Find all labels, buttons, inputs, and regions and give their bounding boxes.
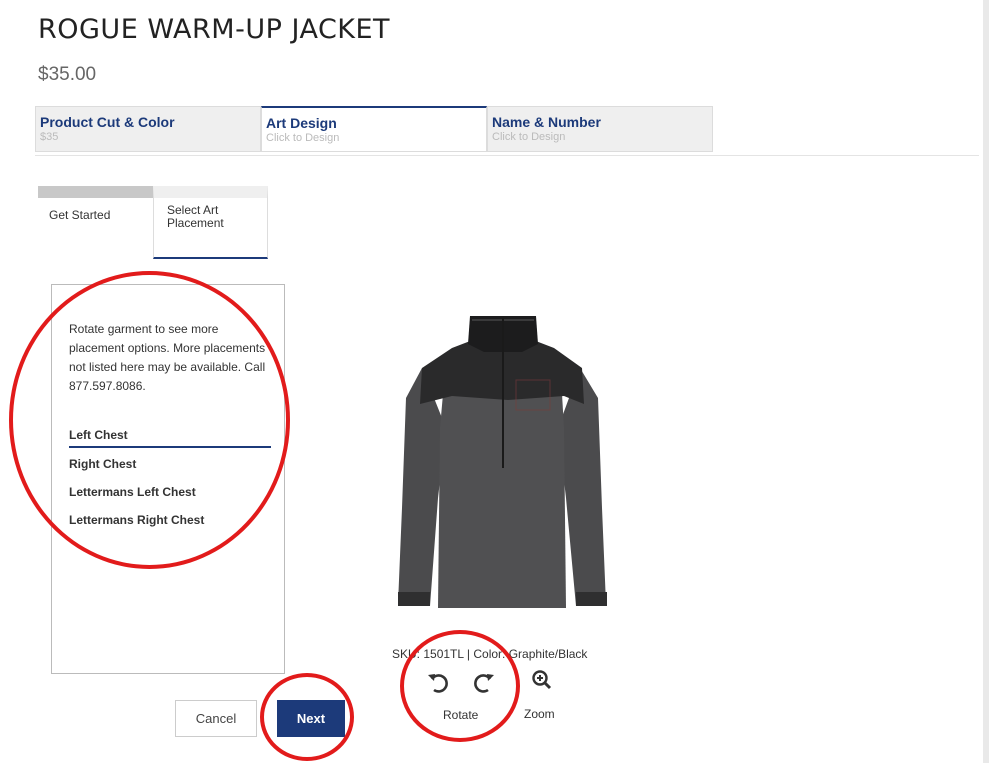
header-divider — [35, 155, 979, 156]
rotate-left-icon[interactable] — [426, 670, 452, 701]
step-name-number[interactable]: Name & Number Click to Design — [487, 106, 713, 152]
tab-select-art-placement[interactable]: Select Art Placement — [153, 186, 268, 259]
rotate-right-icon[interactable] — [470, 670, 496, 701]
placement-panel: Rotate garment to see more placement opt… — [51, 284, 285, 674]
tab-get-started[interactable]: Get Started — [38, 186, 153, 259]
cancel-button[interactable]: Cancel — [175, 700, 257, 737]
art-subtabs: Get Started Select Art Placement — [38, 186, 268, 259]
zoom-in-icon[interactable] — [531, 669, 553, 696]
product-title: ROGUE WARM-UP JACKET — [38, 14, 391, 45]
rotate-label: Rotate — [443, 708, 479, 722]
scrollbar[interactable] — [983, 0, 989, 763]
step-label: Name & Number — [492, 114, 601, 130]
sku-color-info: SKU: 1501TL | Color: Graphite/Black — [392, 647, 588, 661]
step-product-cut-color[interactable]: Product Cut & Color $35 — [35, 106, 261, 152]
placement-option-lettermans-left-chest[interactable]: Lettermans Left Chest — [69, 478, 271, 506]
step-label: Art Design — [266, 115, 337, 131]
zoom-label: Zoom — [524, 707, 555, 721]
placement-option-lettermans-right-chest[interactable]: Lettermans Right Chest — [69, 506, 271, 534]
step-art-design[interactable]: Art Design Click to Design — [261, 106, 487, 152]
placement-instructions: Rotate garment to see more placement opt… — [69, 322, 266, 393]
step-label: Product Cut & Color — [40, 114, 175, 130]
step-sublabel: Click to Design — [266, 132, 340, 144]
product-price: $35.00 — [38, 64, 97, 85]
design-steps: Product Cut & Color $35 Art Design Click… — [35, 106, 713, 154]
placement-option-right-chest[interactable]: Right Chest — [69, 450, 271, 478]
placement-list: Left Chest Right Chest Lettermans Left C… — [69, 424, 271, 534]
next-button[interactable]: Next — [277, 700, 345, 737]
step-sublabel: Click to Design — [492, 131, 566, 143]
step-sublabel: $35 — [40, 131, 59, 143]
placement-option-left-chest[interactable]: Left Chest — [69, 424, 271, 448]
garment-image[interactable] — [388, 308, 618, 620]
